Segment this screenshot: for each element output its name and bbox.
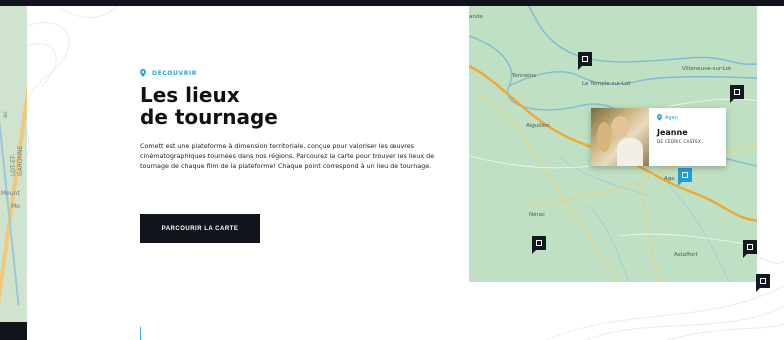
kicker-label: DÉCOUVRIR: [152, 69, 197, 77]
location-marker[interactable]: [756, 274, 770, 292]
title-line-2: de tournage: [140, 105, 278, 129]
location-marker[interactable]: [578, 52, 592, 70]
town-label-villeneuve-sur-lot: Villeneuve-sur-Lot: [682, 66, 732, 72]
film-location-card[interactable]: Agen Jeanne DE CÉDRIC CASTEX: [591, 108, 726, 166]
town-label-nerac: Nérac: [529, 212, 546, 218]
browse-map-button[interactable]: PARCOURIR LA CARTE: [140, 214, 260, 243]
section-kicker: DÉCOUVRIR: [140, 69, 197, 77]
location-marker-active[interactable]: [678, 168, 692, 186]
film-icon: [582, 56, 588, 62]
film-card-director: DE CÉDRIC CASTEX: [657, 139, 702, 144]
location-marker[interactable]: [743, 240, 757, 258]
section-title: Les lieux de tournage: [140, 84, 278, 128]
film-icon: [734, 89, 740, 95]
section-description: Comett est une plateforme à dimension te…: [140, 142, 435, 170]
left-map-label-ac: ac: [2, 111, 9, 118]
film-card-location: Agen: [657, 114, 701, 121]
title-line-1: Les lieux: [140, 83, 240, 107]
film-still-image: [591, 108, 649, 166]
town-label-ande: ande: [469, 14, 483, 20]
film-card-location-label: Agen: [665, 114, 678, 121]
location-pin-icon: [140, 69, 146, 77]
scroll-indicator: [140, 327, 141, 340]
location-marker[interactable]: [730, 85, 744, 103]
film-card-info: Agen Jeanne DE CÉDRIC CASTEX: [649, 108, 709, 166]
location-marker[interactable]: [532, 236, 546, 254]
left-map-strip: ac LOT-ET-GARONNE Mount Mo: [0, 6, 27, 340]
film-icon: [760, 278, 766, 284]
left-map-label-mount: Mount: [1, 190, 20, 197]
left-map-label-mo: Mo: [11, 203, 20, 210]
town-label-astaffort: Astaffort: [674, 252, 698, 258]
left-dark-block: [0, 322, 27, 340]
film-icon: [747, 244, 753, 250]
film-icon: [536, 240, 542, 246]
left-map-label-department: LOT-ET-GARONNE: [10, 145, 24, 176]
location-pin-icon: [657, 114, 662, 121]
town-label-tonneins: Tonneins: [512, 73, 537, 79]
town-label-agen: Age: [664, 176, 675, 182]
film-card-title[interactable]: Jeanne: [657, 128, 701, 137]
film-icon: [682, 172, 688, 178]
town-label-aiguillon: Aiguillon: [526, 123, 550, 129]
town-label-le-temple-sur-lot: Le Temple-sur-Lot: [582, 81, 631, 87]
